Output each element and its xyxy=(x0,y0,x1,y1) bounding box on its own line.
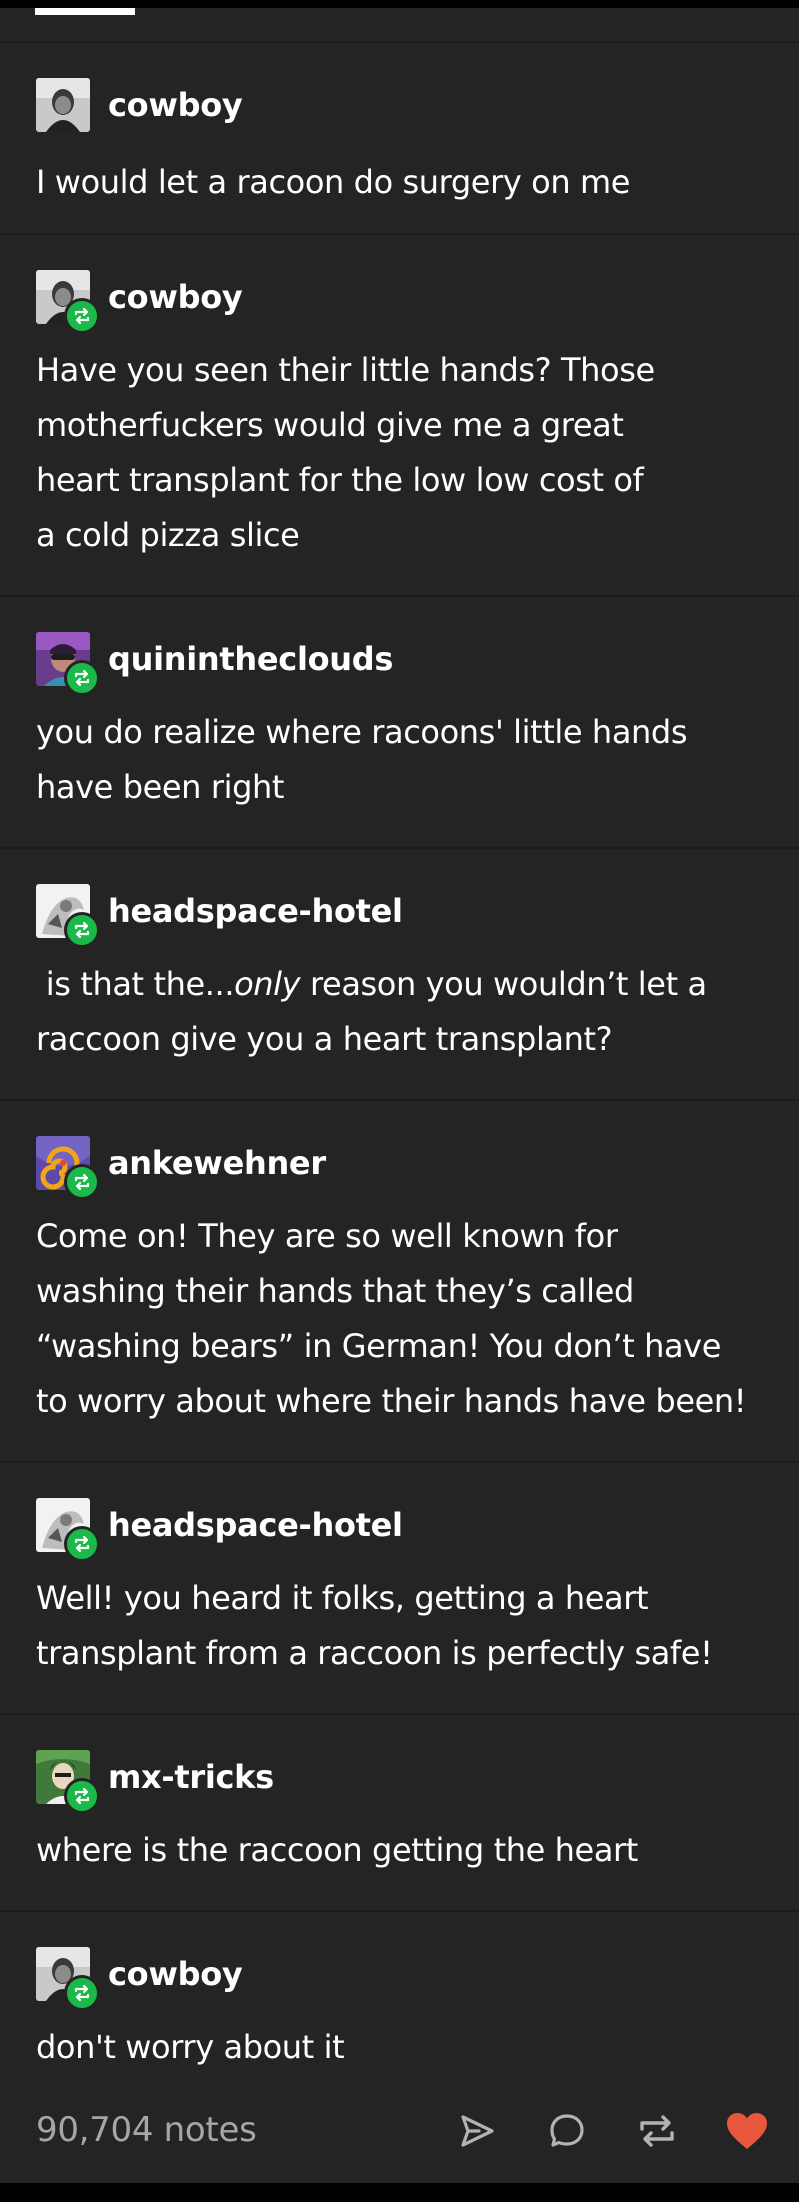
entry-header: cowboy xyxy=(36,1946,243,2011)
username[interactable]: mx-tricks xyxy=(108,1758,274,1796)
reblog-badge-icon xyxy=(64,1526,100,1562)
thread-entry: cowboy Have you seen their little hands?… xyxy=(0,235,799,597)
thread-entry: headspace-hotel Well! you heard it folks… xyxy=(0,1463,799,1715)
post-footer: 90,704 notes xyxy=(0,2088,799,2188)
entry-header: headspace-hotel xyxy=(36,1497,403,1562)
post-text-part: is that the... xyxy=(36,965,235,1003)
reblog-arrows-icon xyxy=(74,669,90,687)
reblog-arrows-icon xyxy=(74,1173,90,1191)
username[interactable]: headspace-hotel xyxy=(108,1506,403,1544)
avatar-cowboy[interactable] xyxy=(36,78,90,132)
post-text: Well! you heard it folks, getting a hear… xyxy=(36,1579,713,1672)
avatar-headspace-hotel[interactable] xyxy=(36,884,100,948)
avatar-headspace-hotel[interactable] xyxy=(36,1498,100,1562)
username[interactable]: cowboy xyxy=(108,1955,243,1993)
reblog-thread: cowboy I would let a racoon do surgery o… xyxy=(0,43,799,2072)
avatar-ankewehner[interactable] xyxy=(36,1136,100,1200)
avatar-cowboy[interactable] xyxy=(36,1947,100,2011)
thread-entry: cowboy don't worry about it xyxy=(0,1912,799,2072)
username[interactable]: quinintheclouds xyxy=(108,640,393,678)
reply-icon xyxy=(550,2114,584,2147)
post-text: don't worry about it xyxy=(36,2028,345,2066)
post-text: is that the...only reason you wouldn’t l… xyxy=(36,957,776,1067)
reblog-badge-icon xyxy=(64,1975,100,2011)
reply-button[interactable] xyxy=(542,2106,592,2156)
post-text: Have you seen their little hands? Those … xyxy=(36,351,655,554)
thread-entry: headspace-hotel is that the...only reaso… xyxy=(0,849,799,1101)
bottom-strip xyxy=(0,2183,799,2202)
reblog-arrows-icon xyxy=(74,307,90,325)
reblog-button[interactable] xyxy=(632,2106,682,2156)
avatar-image xyxy=(36,78,90,132)
top-strip xyxy=(0,0,799,8)
username[interactable]: cowboy xyxy=(108,86,243,124)
like-button[interactable] xyxy=(722,2106,772,2156)
thread-entry: quinintheclouds you do realize where rac… xyxy=(0,597,799,849)
post-text-italic: only xyxy=(234,965,301,1003)
entry-header: quinintheclouds xyxy=(36,631,393,696)
reblog-badge-icon xyxy=(64,298,100,334)
thread-entry: cowboy I would let a racoon do surgery o… xyxy=(0,43,799,235)
screen: cowboy I would let a racoon do surgery o… xyxy=(0,0,799,2202)
reblog-badge-icon xyxy=(64,1778,100,1814)
entry-header: ankewehner xyxy=(36,1135,326,1200)
post-text: I would let a racoon do surgery on me xyxy=(36,163,631,201)
entry-header: cowboy xyxy=(36,269,243,334)
reblog-icon xyxy=(640,2115,674,2147)
like-icon xyxy=(727,2113,767,2149)
reblog-arrows-icon xyxy=(74,1984,90,2002)
entry-header: headspace-hotel xyxy=(36,883,403,948)
reblog-arrows-icon xyxy=(74,921,90,939)
reblog-badge-icon xyxy=(64,660,100,696)
username[interactable]: cowboy xyxy=(108,278,243,316)
thread-entry: mx-tricks where is the raccoon getting t… xyxy=(0,1715,799,1912)
share-button[interactable] xyxy=(452,2106,502,2156)
avatar-quinintheclouds[interactable] xyxy=(36,632,100,696)
entry-header: cowboy xyxy=(36,77,243,133)
top-tab-indicator xyxy=(35,8,135,15)
notes-count[interactable]: 90,704 notes xyxy=(36,2110,257,2150)
username[interactable]: headspace-hotel xyxy=(108,892,403,930)
avatar-cowboy[interactable] xyxy=(36,270,100,334)
thread-entry: ankewehner Come on! They are so well kno… xyxy=(0,1101,799,1463)
reblog-arrows-icon xyxy=(74,1535,90,1553)
entry-header: mx-tricks xyxy=(36,1749,274,1814)
reblog-badge-icon xyxy=(64,1164,100,1200)
post-card: cowboy I would let a racoon do surgery o… xyxy=(0,8,799,2183)
post-text: you do realize where racoons' little han… xyxy=(36,713,688,806)
reblog-badge-icon xyxy=(64,912,100,948)
post-text: where is the raccoon getting the heart xyxy=(36,1831,638,1869)
avatar-mx-tricks[interactable] xyxy=(36,1750,100,1814)
post-text: Come on! They are so well known for wash… xyxy=(36,1217,747,1420)
username[interactable]: ankewehner xyxy=(108,1144,326,1182)
share-icon xyxy=(461,2115,494,2147)
reblog-arrows-icon xyxy=(74,1787,90,1805)
